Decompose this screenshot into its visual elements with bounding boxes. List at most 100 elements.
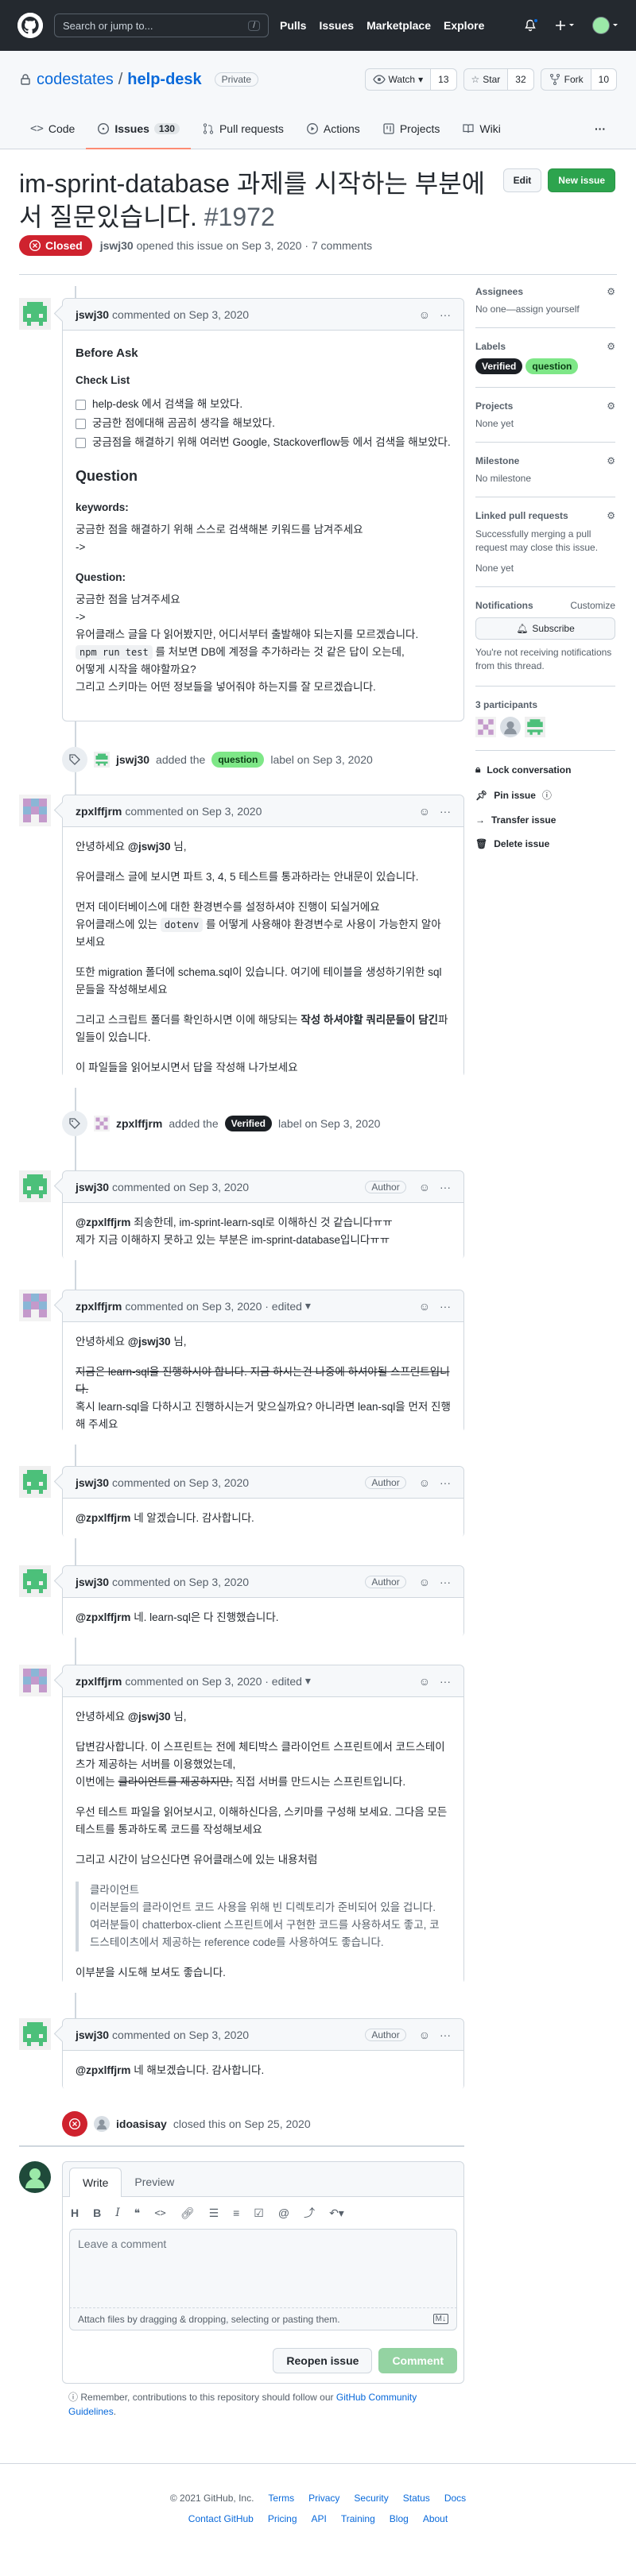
avatar[interactable] (19, 1290, 51, 1321)
tab-pull-requests[interactable]: Pull requests (191, 110, 295, 149)
tab-wiki[interactable]: Wiki (451, 110, 511, 149)
smiley-icon[interactable]: ☺ (419, 308, 430, 321)
smiley-icon[interactable]: ☺ (419, 2029, 430, 2041)
checkbox[interactable] (76, 437, 86, 448)
kebab-menu-icon[interactable]: ··· (440, 805, 451, 818)
comment-author[interactable]: zpxlffjrm (76, 1675, 122, 1688)
fork-button[interactable]: Fork 10 (540, 68, 617, 91)
comment-meta[interactable]: commented on Sep 3, 2020 · edited (125, 1675, 302, 1688)
user-mention[interactable]: @jswj30 (128, 841, 171, 853)
create-new-plus-icon[interactable] (554, 19, 575, 32)
reopen-issue-button[interactable]: Reopen issue (273, 2348, 373, 2373)
search-input[interactable]: Search or jump to... / (54, 14, 269, 37)
user-mention[interactable]: @zpxlffjrm (76, 1512, 130, 1524)
footer-link-contact[interactable]: Contact GitHub (188, 2513, 254, 2524)
italic-icon[interactable]: I (115, 2207, 120, 2219)
gear-icon[interactable]: ⚙ (607, 455, 615, 466)
smiley-icon[interactable]: ☺ (419, 1300, 430, 1313)
footer-link-security[interactable]: Security (354, 2493, 388, 2504)
avatar[interactable] (94, 1116, 110, 1131)
tab-code[interactable]: <> Code (19, 110, 86, 149)
star-button[interactable]: ☆ Star 32 (463, 68, 534, 91)
kebab-menu-icon[interactable]: ··· (440, 1300, 451, 1313)
reply-icon[interactable]: ↶▾ (329, 2207, 344, 2220)
comment-author[interactable]: jswj30 (76, 1181, 109, 1193)
checkbox[interactable] (76, 418, 86, 429)
bulleted-list-icon[interactable]: ☰ (209, 2207, 219, 2220)
gear-icon[interactable]: ⚙ (607, 400, 615, 412)
user-mention[interactable]: @jswj30 (128, 1336, 171, 1348)
avatar[interactable] (19, 795, 51, 826)
user-mention[interactable]: @jswj30 (128, 1711, 171, 1723)
kebab-menu-icon[interactable]: ··· (440, 1576, 451, 1588)
verified-label-badge[interactable]: Verified (224, 1116, 272, 1131)
comment-meta[interactable]: commented on Sep 3, 2020 · edited (125, 1300, 302, 1313)
footer-link-docs[interactable]: Docs (444, 2493, 466, 2504)
smiley-icon[interactable]: ☺ (419, 1576, 430, 1588)
question-label-badge[interactable]: question (525, 358, 579, 374)
avatar[interactable] (19, 1665, 51, 1696)
assignees-value[interactable]: No one—assign yourself (475, 304, 615, 315)
repo-owner-link[interactable]: codestates (37, 71, 114, 89)
comment-author[interactable]: zpxlffjrm (76, 1300, 122, 1313)
footer-link-privacy[interactable]: Privacy (308, 2493, 339, 2504)
avatar[interactable] (475, 717, 496, 737)
smiley-icon[interactable]: ☺ (419, 805, 430, 818)
kebab-menu-icon[interactable]: ··· (440, 308, 451, 321)
chevron-down-icon[interactable]: ▾ (302, 1674, 311, 1688)
watch-count[interactable]: 13 (430, 69, 456, 90)
gear-icon[interactable]: ⚙ (607, 286, 615, 297)
watch-button[interactable]: Watch ▾ 13 (364, 68, 457, 91)
write-tab[interactable]: Write (69, 2168, 122, 2197)
nav-explore[interactable]: Explore (444, 19, 484, 32)
comment-author[interactable]: jswj30 (76, 1576, 109, 1588)
comment-author[interactable]: jswj30 (76, 1476, 109, 1489)
delete-issue-action[interactable]: 🗑︎ Delete issue (475, 838, 615, 849)
heading-icon[interactable]: H (71, 2207, 79, 2219)
avatar[interactable] (19, 1466, 51, 1498)
footer-link-blog[interactable]: Blog (390, 2513, 409, 2524)
kebab-menu-icon[interactable]: ··· (440, 1181, 451, 1193)
footer-link-terms[interactable]: Terms (268, 2493, 294, 2504)
repo-name-link[interactable]: help-desk (127, 71, 201, 89)
tab-projects[interactable]: Projects (371, 110, 452, 149)
footer-link-pricing[interactable]: Pricing (268, 2513, 297, 2524)
cross-reference-icon[interactable]: ⤴ (304, 2205, 315, 2221)
avatar[interactable] (94, 752, 110, 768)
gear-icon[interactable]: ⚙ (607, 341, 615, 352)
tab-actions[interactable]: Actions (295, 110, 371, 149)
kebab-menu-icon[interactable]: ··· (440, 1476, 451, 1489)
customize-link[interactable]: Customize (570, 600, 615, 611)
comment-author[interactable]: jswj30 (76, 2029, 109, 2041)
event-actor[interactable]: jswj30 (116, 753, 149, 766)
event-actor[interactable]: zpxlffjrm (116, 1117, 162, 1130)
user-mention[interactable]: @zpxlffjrm (76, 1216, 130, 1228)
avatar[interactable] (19, 1565, 51, 1597)
user-menu[interactable] (592, 17, 619, 34)
new-issue-button[interactable]: New issue (548, 168, 615, 192)
checkbox[interactable] (76, 399, 86, 410)
fork-count[interactable]: 10 (590, 69, 616, 90)
footer-link-training[interactable]: Training (341, 2513, 375, 2524)
star-count[interactable]: 32 (507, 69, 533, 90)
avatar[interactable] (19, 2161, 51, 2193)
mention-icon[interactable]: @ (278, 2207, 289, 2219)
footer-link-api[interactable]: API (312, 2513, 327, 2524)
avatar[interactable] (19, 1170, 51, 1202)
bold-icon[interactable]: B (93, 2207, 101, 2219)
verified-label-badge[interactable]: Verified (475, 358, 523, 374)
smiley-icon[interactable]: ☺ (419, 1675, 430, 1688)
nav-pulls[interactable]: Pulls (280, 19, 306, 32)
smiley-icon[interactable]: ☺ (419, 1181, 430, 1193)
user-mention[interactable]: @zpxlffjrm (76, 2064, 130, 2076)
comment-author[interactable]: zpxlffjrm (76, 805, 122, 818)
edit-button[interactable]: Edit (502, 168, 542, 192)
quote-icon[interactable]: ❝ (134, 2207, 141, 2220)
kebab-menu-icon[interactable]: ··· (440, 2029, 451, 2041)
nav-issues[interactable]: Issues (319, 19, 354, 32)
lock-conversation-action[interactable]: 🔒︎ Lock conversation (475, 764, 615, 776)
event-actor[interactable]: idoasisay (116, 2118, 167, 2130)
question-label-badge[interactable]: question (211, 752, 265, 768)
avatar[interactable] (19, 298, 51, 330)
comment-author[interactable]: jswj30 (76, 308, 109, 321)
